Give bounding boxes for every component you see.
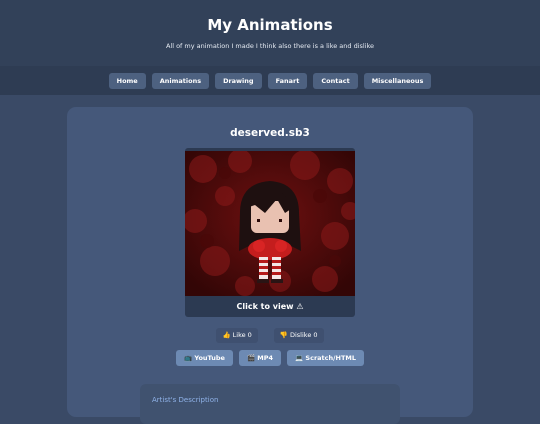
mp4-button[interactable]: 🎬 MP4 (238, 350, 282, 366)
nav-contact[interactable]: Contact (313, 72, 358, 89)
nav-miscellaneous[interactable]: Miscellaneous (363, 72, 432, 89)
dislike-button[interactable]: 👎 Dislike 0 (273, 328, 324, 343)
like-button[interactable]: 👍 Like 0 (216, 328, 258, 343)
youtube-button[interactable]: 📺 YouTube (175, 350, 233, 366)
site-header: My Animations All of my animation I made… (0, 0, 540, 66)
nav-home[interactable]: Home (108, 72, 146, 89)
artist-description-heading: Artist's Description (152, 396, 219, 404)
nav-fanart[interactable]: Fanart (267, 72, 308, 89)
nav-drawing[interactable]: Drawing (215, 72, 262, 89)
thumbnail-link[interactable]: Click to view ⚠ (185, 148, 355, 317)
animation-thumbnail[interactable] (185, 151, 355, 296)
project-title: deserved.sb3 (230, 127, 310, 139)
site-title: My Animations (207, 16, 333, 34)
click-to-view-label[interactable]: Click to view ⚠ (185, 302, 355, 311)
nav-bar: Home Animations Drawing Fanart Contact M… (0, 66, 540, 95)
vote-row: 👍 Like 0 👎 Dislike 0 (67, 328, 473, 343)
animation-card: deserved.sb3 Click to view ⚠ 👍 Like 0 👎 … (67, 107, 473, 424)
scratch-html-button[interactable]: 💻 Scratch/HTML (287, 350, 365, 366)
artist-description-box: Artist's Description (140, 384, 400, 424)
link-row: 📺 YouTube 🎬 MP4 💻 Scratch/HTML (67, 350, 473, 366)
site-subtitle: All of my animation I made I think also … (165, 42, 375, 50)
nav-animations[interactable]: Animations (151, 72, 210, 89)
